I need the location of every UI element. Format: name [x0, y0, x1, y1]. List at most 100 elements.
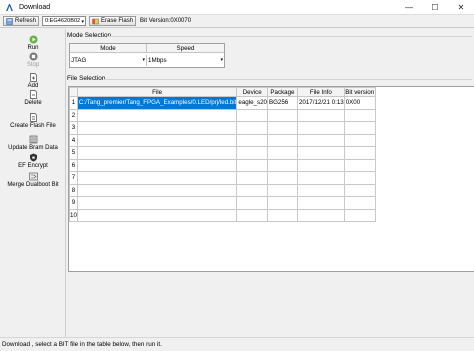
row-number: 8: [69, 183, 78, 197]
delete-label: Delete: [24, 100, 42, 106]
file-path-cell[interactable]: [76, 158, 238, 172]
file-column-header[interactable]: File: [76, 87, 238, 97]
bit-version-cell[interactable]: 0X00: [343, 96, 376, 110]
device-cell[interactable]: [236, 208, 268, 222]
file-info-cell[interactable]: [296, 171, 345, 185]
device-column-header[interactable]: Device: [236, 87, 268, 97]
file-path-cell[interactable]: [76, 208, 238, 222]
file-info-cell[interactable]: [296, 108, 345, 122]
bit-version-cell[interactable]: [343, 133, 376, 147]
bit-version-cell[interactable]: [343, 183, 376, 197]
table-row[interactable]: 8: [69, 183, 376, 197]
device-cell[interactable]: [236, 196, 268, 210]
device-cell[interactable]: [236, 121, 268, 135]
bit-version-column-header[interactable]: Bit version: [343, 87, 376, 97]
row-number: 4: [69, 133, 78, 147]
file-selection-label: File Selection: [67, 75, 106, 82]
table-row[interactable]: 2: [69, 108, 376, 122]
row-number-header: [69, 87, 78, 97]
stop-button[interactable]: Stop: [0, 52, 66, 68]
device-cell[interactable]: [236, 171, 268, 185]
file-path-cell[interactable]: [76, 171, 238, 185]
minimize-button[interactable]: —: [396, 0, 422, 15]
table-row[interactable]: 3: [69, 121, 376, 135]
file-path-cell[interactable]: [76, 133, 238, 147]
row-number: 5: [69, 146, 78, 160]
device-combo[interactable]: 0:EG4620B02 ▾: [42, 16, 87, 26]
file-info-cell[interactable]: [296, 196, 345, 210]
table-row[interactable]: 7: [69, 171, 376, 185]
file-info-column-header[interactable]: File Info: [296, 87, 345, 97]
table-row[interactable]: 4: [69, 133, 376, 147]
file-info-cell[interactable]: [296, 121, 345, 135]
run-button[interactable]: Run: [0, 35, 66, 51]
file-path-cell[interactable]: [76, 108, 238, 122]
package-cell[interactable]: [266, 171, 298, 185]
file-path-cell[interactable]: C:/Tang_premier/Tang_FPGA_Examples/0.LED…: [76, 96, 238, 110]
package-cell[interactable]: [266, 121, 298, 135]
bit-version-cell[interactable]: [343, 208, 376, 222]
close-button[interactable]: ✕: [448, 0, 474, 15]
package-cell[interactable]: BG256: [266, 96, 298, 110]
file-info-cell[interactable]: [296, 146, 345, 160]
ef-encrypt-button[interactable]: EF Encrypt: [0, 153, 66, 169]
device-cell[interactable]: [236, 158, 268, 172]
package-cell[interactable]: [266, 108, 298, 122]
file-info-cell[interactable]: [296, 133, 345, 147]
device-cell[interactable]: [236, 108, 268, 122]
bit-version-cell[interactable]: [343, 196, 376, 210]
file-info-cell[interactable]: [296, 208, 345, 222]
bit-version-cell[interactable]: [343, 146, 376, 160]
table-row[interactable]: 9: [69, 196, 376, 210]
delete-button[interactable]: Delete: [0, 90, 66, 106]
table-row[interactable]: 6: [69, 158, 376, 172]
mode-select[interactable]: JTAG ▾: [70, 55, 147, 66]
package-cell[interactable]: [266, 133, 298, 147]
status-text: Download , select a BIT file in the tabl…: [2, 341, 162, 348]
file-info-cell[interactable]: [296, 158, 345, 172]
file-info-cell[interactable]: 2017/12/21 0:13: [296, 96, 345, 110]
add-label: Add: [27, 83, 39, 89]
file-path-cell[interactable]: [76, 183, 238, 197]
device-cell[interactable]: [236, 133, 268, 147]
package-cell[interactable]: [266, 196, 298, 210]
bit-version-cell[interactable]: [343, 121, 376, 135]
file-path-cell[interactable]: [76, 146, 238, 160]
package-cell[interactable]: [266, 158, 298, 172]
mode-column-header: Mode: [70, 44, 147, 52]
create-flash-file-button[interactable]: Create Flash File: [0, 113, 66, 129]
title-bar: Download — ☐ ✕: [0, 0, 474, 15]
table-row[interactable]: 5: [69, 146, 376, 160]
refresh-button[interactable]: Refresh: [3, 16, 40, 26]
row-number: 6: [69, 158, 78, 172]
table-row[interactable]: 10: [69, 208, 376, 222]
erase-flash-button[interactable]: Erase Flash: [89, 16, 137, 26]
maximize-button[interactable]: ☐: [422, 0, 448, 15]
device-cell[interactable]: eagle_s20: [236, 96, 268, 110]
update-bram-data-button[interactable]: Update Bram Data: [0, 135, 66, 151]
row-number: 2: [69, 108, 78, 122]
file-path-cell[interactable]: [76, 196, 238, 210]
bit-version-cell[interactable]: [343, 108, 376, 122]
bit-version-cell[interactable]: [343, 171, 376, 185]
stop-icon: [29, 52, 38, 61]
package-column-header[interactable]: Package: [266, 87, 298, 97]
speed-select[interactable]: 1Mbps ▾: [147, 55, 224, 66]
status-bar: Download , select a BIT file in the tabl…: [0, 337, 474, 351]
package-cell[interactable]: [266, 208, 298, 222]
bit-version-cell[interactable]: [343, 158, 376, 172]
table-row[interactable]: 1 C:/Tang_premier/Tang_FPGA_Examples/0.L…: [69, 96, 376, 110]
package-cell[interactable]: [266, 183, 298, 197]
file-path-cell[interactable]: [76, 121, 238, 135]
package-cell[interactable]: [266, 146, 298, 160]
refresh-label: Refresh: [15, 18, 37, 24]
file-info-cell[interactable]: [296, 183, 345, 197]
device-combo-value: 0:EG4620B02: [45, 18, 81, 24]
toolbar: Refresh 0:EG4620B02 ▾ Erase Flash Bit Ve…: [0, 15, 474, 28]
mode-selection-label: Mode Selection: [67, 32, 112, 39]
device-cell[interactable]: [236, 146, 268, 160]
device-cell[interactable]: [236, 183, 268, 197]
run-icon: [29, 35, 38, 44]
merge-dualboot-bit-button[interactable]: Merge Dualboot Bit: [0, 172, 66, 188]
add-button[interactable]: Add: [0, 73, 66, 89]
